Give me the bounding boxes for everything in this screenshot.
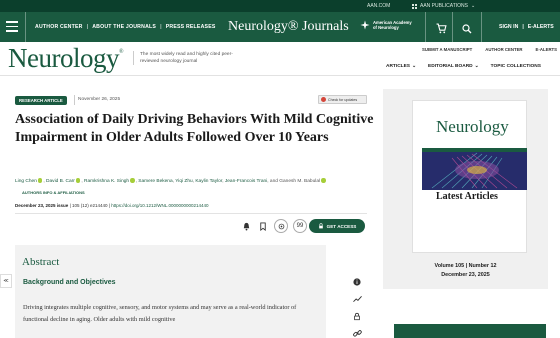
abstract-section: Abstract Background and Objectives Drivi… <box>15 245 326 338</box>
doi-link[interactable]: https://doi.org/10.1212/WNL.000000000021… <box>111 203 208 208</box>
grid-icon <box>412 3 417 9</box>
author-list: Ling Chen, David B. Carr, Ramkrishna K. … <box>15 178 375 185</box>
bookmark-icon[interactable] <box>257 220 269 232</box>
sidebar-green-banner <box>394 324 546 338</box>
article-actions: 99 <box>240 219 307 233</box>
crossmark-icon <box>321 97 326 102</box>
lock-icon[interactable] <box>351 310 363 322</box>
nav-links: AUTHOR CENTER | ABOUT THE JOURNALS | PRE… <box>35 24 216 30</box>
article-title: Association of Daily Driving Behaviors W… <box>15 112 374 145</box>
aan-com-link[interactable]: AAN.COM <box>367 3 390 9</box>
share-icon[interactable] <box>274 219 288 233</box>
info-icon[interactable] <box>351 276 363 288</box>
e-alerts-link[interactable]: E-ALERTS <box>528 24 554 30</box>
author-center-link[interactable]: AUTHOR CENTER <box>485 47 522 52</box>
issue-date-sidebar: December 23, 2025 <box>441 272 490 278</box>
latest-articles-label[interactable]: Latest Articles <box>436 191 498 202</box>
user-links: SIGN IN | E-ALERTS <box>499 24 554 30</box>
bell-icon[interactable] <box>240 220 252 232</box>
abstract-heading: Abstract <box>22 256 60 268</box>
abstract-subheading: Background and Objectives <box>23 279 116 286</box>
citation-meta: December 23, 2025 issue | 105 (12) e2144… <box>15 203 209 208</box>
editorial-board-menu[interactable]: EDITORIAL BOARD ⌄ <box>428 64 479 69</box>
neurology-logo[interactable]: Neurology® <box>8 43 124 74</box>
author-link[interactable]: Ling Chen <box>15 179 37 184</box>
journal-cover[interactable]: Neurology Latest Articles <box>412 100 527 253</box>
articles-menu[interactable]: ARTICLES ⌄ <box>386 64 416 69</box>
aan-logo-icon <box>360 20 370 30</box>
main-navbar: AUTHOR CENTER | ABOUT THE JOURNALS | PRE… <box>0 12 560 42</box>
cite-button[interactable]: 99 <box>293 219 307 233</box>
header-main-links: ARTICLES ⌄ EDITORIAL BOARD ⌄ TOPIC COLLECT… <box>386 64 541 69</box>
journal-header: Neurology® The most widely read and high… <box>0 42 560 76</box>
author-link-last[interactable]: , and Ganesh M. Babulal <box>267 179 320 184</box>
author-link[interactable]: Yiqi Zhu <box>175 179 192 184</box>
menu-icon[interactable] <box>6 21 18 33</box>
author-link[interactable]: Kaylin Taylor <box>195 179 222 184</box>
author-link[interactable]: Jean-Francois Trani <box>225 179 267 184</box>
orcid-icon[interactable] <box>75 178 81 183</box>
chevron-down-icon: ⌄ <box>412 64 417 69</box>
cover-logo: Neurology <box>436 117 509 136</box>
nav-press-releases[interactable]: PRESS RELEASES <box>166 24 216 30</box>
chevron-down-icon: ⌄ <box>474 64 479 69</box>
journals-brand[interactable]: Neurology® Journals <box>228 19 349 35</box>
article-side-tools <box>349 276 365 338</box>
chevron-down-icon: ⌄ <box>470 3 476 9</box>
search-icon[interactable] <box>462 21 472 39</box>
header-secondary-links: SUBMIT A MANUSCRIPT AUTHOR CENTER E-ALER… <box>422 47 557 52</box>
author-link[interactable]: David B. Carr <box>46 179 75 184</box>
volume-number: Volume 105 | Number 12 <box>434 263 497 269</box>
topic-collections-link[interactable]: TOPIC COLLECTIONS <box>491 64 541 69</box>
cart-icon[interactable] <box>436 21 447 39</box>
check-for-updates-button[interactable]: Check for updates <box>318 95 367 104</box>
sign-in-link[interactable]: SIGN IN <box>499 24 518 30</box>
nav-about-journals[interactable]: ABOUT THE JOURNALS <box>92 24 156 30</box>
orcid-icon[interactable] <box>37 178 43 183</box>
publication-date: November 26, 2025 <box>78 97 121 102</box>
orcid-icon[interactable] <box>321 178 326 183</box>
e-alerts-header-link[interactable]: E-ALERTS <box>536 47 558 52</box>
issue-info: Volume 105 | Number 12 December 23, 2025 <box>383 262 548 280</box>
aan-logo[interactable]: American Academy of Neurology <box>360 20 413 30</box>
abstract-text: Driving integrates multiple cognitive, s… <box>23 304 297 323</box>
author-link[interactable]: Samere Bekena <box>138 179 172 184</box>
collapse-toggle[interactable]: ≪ <box>0 274 12 288</box>
orcid-icon[interactable] <box>130 178 135 183</box>
link-icon[interactable] <box>351 327 363 338</box>
get-access-button[interactable]: GET ACCESS <box>309 219 365 233</box>
lock-icon <box>318 223 323 229</box>
nav-author-center[interactable]: AUTHOR CENTER <box>35 24 83 30</box>
submit-manuscript-link[interactable]: SUBMIT A MANUSCRIPT <box>422 47 472 52</box>
affiliations-toggle[interactable]: AUTHORS INFO & AFFILIATIONS <box>22 190 85 195</box>
article-type-badge: RESEARCH ARTICLE <box>15 96 67 105</box>
journal-tagline: The most widely read and highly cited pe… <box>133 51 243 65</box>
author-link[interactable]: Ramkrishna K. Singh <box>84 179 129 184</box>
aan-publications-label: AAN PUBLICATIONS <box>420 3 468 9</box>
trend-icon[interactable] <box>351 293 363 305</box>
aan-logo-text: American Academy of Neurology <box>373 20 412 30</box>
issue-date: December 23, 2025 issue <box>15 203 69 208</box>
top-utility-bar: AAN.COM AAN PUBLICATIONS ⌄ <box>0 0 560 12</box>
cover-image <box>422 148 527 190</box>
aan-publications-menu[interactable]: AAN PUBLICATIONS ⌄ <box>412 3 475 9</box>
volume-info: 105 (12) e214440 <box>71 203 108 208</box>
